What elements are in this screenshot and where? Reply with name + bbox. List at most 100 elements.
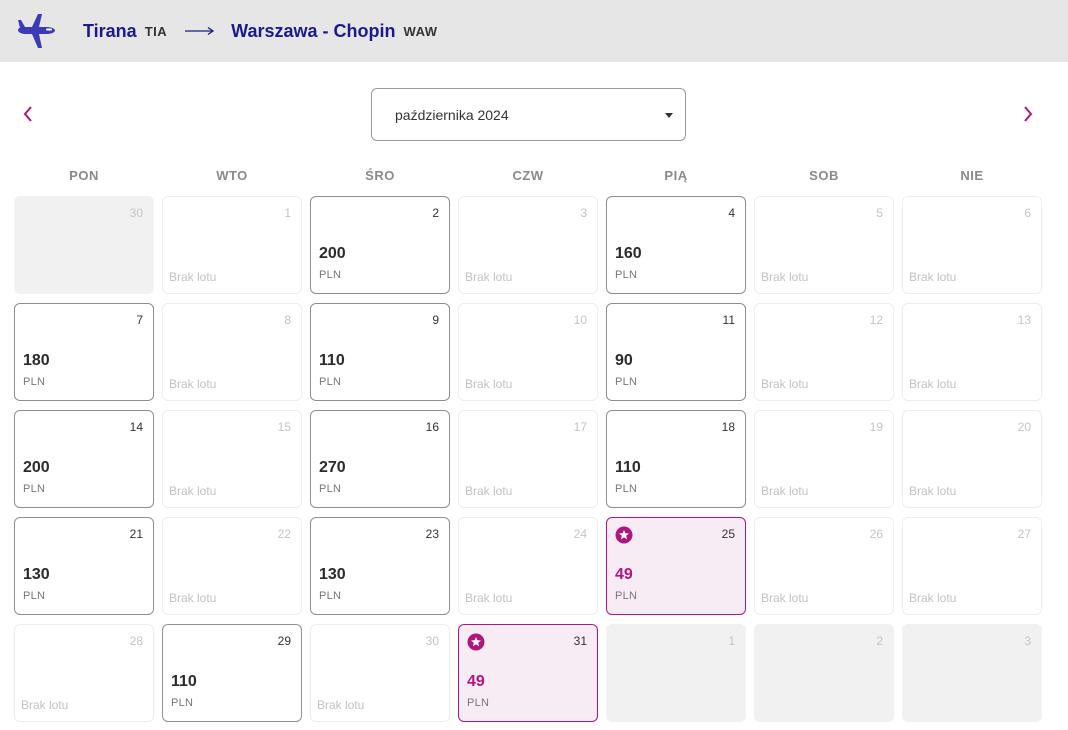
weekday-header: PON WTO ŚRO CZW PIĄ SOB NIE bbox=[14, 168, 1054, 188]
calendar-day: 13 Brak lotu bbox=[902, 303, 1042, 401]
calendar-day[interactable]: 4 160 PLN bbox=[606, 196, 746, 294]
weekday-label: PIĄ bbox=[664, 168, 688, 183]
day-number: 2 bbox=[876, 634, 883, 648]
calendar-day[interactable]: 21 130 PLN bbox=[14, 517, 154, 615]
price-amount: 130 bbox=[319, 566, 346, 583]
no-flight-label: Brak lotu bbox=[21, 698, 69, 712]
chevron-right-icon bbox=[1024, 106, 1033, 122]
previous-month-button[interactable] bbox=[14, 100, 42, 128]
day-number: 13 bbox=[1017, 313, 1031, 327]
price-amount: 200 bbox=[23, 459, 50, 476]
calendar-day: 24 Brak lotu bbox=[458, 517, 598, 615]
price-currency: PLN bbox=[319, 590, 342, 602]
price-amount: 180 bbox=[23, 352, 50, 369]
calendar-day: 26 Brak lotu bbox=[754, 517, 894, 615]
calendar-grid: 30 1 Brak lotu 2 200 PLN 3 Brak lotu 4 160 PLN 5 Bra… bbox=[14, 196, 1054, 726]
calendar-day[interactable]: 25 49 PLN bbox=[606, 517, 746, 615]
chevron-left-icon bbox=[23, 106, 32, 122]
price-currency: PLN bbox=[615, 590, 638, 602]
weekday-label: PON bbox=[69, 168, 99, 183]
day-number: 9 bbox=[432, 313, 439, 327]
calendar-day: 6 Brak lotu bbox=[902, 196, 1042, 294]
day-number: 3 bbox=[580, 206, 587, 220]
day-number: 19 bbox=[869, 420, 883, 434]
day-number: 7 bbox=[136, 313, 143, 327]
calendar-day: 30 Brak lotu bbox=[310, 624, 450, 722]
weekday-label: NIE bbox=[960, 168, 984, 183]
caret-down-icon bbox=[665, 113, 673, 118]
day-number: 16 bbox=[425, 420, 439, 434]
weekday-label: ŚRO bbox=[365, 168, 395, 183]
price-currency: PLN bbox=[319, 376, 342, 388]
calendar-day[interactable]: 23 130 PLN bbox=[310, 517, 450, 615]
calendar-day: 3 bbox=[902, 624, 1042, 722]
destination-city: Warszawa - Chopin bbox=[231, 20, 396, 41]
day-number: 3 bbox=[1024, 634, 1031, 648]
price-currency: PLN bbox=[467, 697, 490, 709]
no-flight-label: Brak lotu bbox=[169, 270, 217, 284]
calendar-day: 30 bbox=[14, 196, 154, 294]
day-number: 6 bbox=[1024, 206, 1031, 220]
day-number: 1 bbox=[728, 634, 735, 648]
price-amount: 110 bbox=[171, 673, 197, 690]
calendar-day: 20 Brak lotu bbox=[902, 410, 1042, 508]
calendar-day[interactable]: 2 200 PLN bbox=[310, 196, 450, 294]
price-amount: 270 bbox=[319, 459, 346, 476]
calendar-day[interactable]: 18 110 PLN bbox=[606, 410, 746, 508]
calendar-day: 2 bbox=[754, 624, 894, 722]
no-flight-label: Brak lotu bbox=[909, 377, 957, 391]
no-flight-label: Brak lotu bbox=[317, 698, 365, 712]
day-number: 10 bbox=[573, 313, 587, 327]
calendar-day[interactable]: 16 270 PLN bbox=[310, 410, 450, 508]
price-currency: PLN bbox=[615, 483, 638, 495]
promo-star-icon bbox=[615, 526, 633, 544]
day-number: 14 bbox=[129, 420, 143, 434]
calendar-day[interactable]: 9 110 PLN bbox=[310, 303, 450, 401]
no-flight-label: Brak lotu bbox=[909, 484, 957, 498]
no-flight-label: Brak lotu bbox=[169, 484, 217, 498]
day-number: 29 bbox=[277, 634, 291, 648]
price-currency: PLN bbox=[615, 376, 638, 388]
destination-code: WAW bbox=[403, 23, 438, 39]
day-number: 15 bbox=[277, 420, 291, 434]
day-number: 25 bbox=[721, 527, 735, 541]
calendar-day[interactable]: 29 110 PLN bbox=[162, 624, 302, 722]
weekday-label: WTO bbox=[216, 168, 248, 183]
day-number: 17 bbox=[573, 420, 587, 434]
day-number: 24 bbox=[573, 527, 587, 541]
calendar-day[interactable]: 14 200 PLN bbox=[14, 410, 154, 508]
calendar-day[interactable]: 31 49 PLN bbox=[458, 624, 598, 722]
day-number: 8 bbox=[284, 313, 291, 327]
calendar-day[interactable]: 7 180 PLN bbox=[14, 303, 154, 401]
calendar-day: 10 Brak lotu bbox=[458, 303, 598, 401]
price-currency: PLN bbox=[23, 590, 46, 602]
price-currency: PLN bbox=[615, 269, 638, 281]
price-amount: 200 bbox=[319, 245, 346, 262]
month-select-value: października 2024 bbox=[395, 106, 509, 123]
airplane-icon bbox=[18, 14, 55, 48]
day-number: 27 bbox=[1017, 527, 1031, 541]
price-currency: PLN bbox=[319, 483, 342, 495]
price-amount: 49 bbox=[615, 566, 633, 583]
no-flight-label: Brak lotu bbox=[169, 377, 217, 391]
calendar-day: 3 Brak lotu bbox=[458, 196, 598, 294]
price-currency: PLN bbox=[171, 697, 194, 709]
day-number: 4 bbox=[728, 206, 735, 220]
day-number: 26 bbox=[869, 527, 883, 541]
day-number: 1 bbox=[284, 206, 291, 220]
calendar-day: 5 Brak lotu bbox=[754, 196, 894, 294]
month-select[interactable]: października 2024 bbox=[371, 88, 686, 141]
no-flight-label: Brak lotu bbox=[761, 270, 809, 284]
calendar-day: 1 Brak lotu bbox=[162, 196, 302, 294]
calendar-day: 19 Brak lotu bbox=[754, 410, 894, 508]
day-number: 20 bbox=[1017, 420, 1031, 434]
calendar-day[interactable]: 11 90 PLN bbox=[606, 303, 746, 401]
weekday-label: SOB bbox=[809, 168, 839, 183]
next-month-button[interactable] bbox=[1014, 100, 1042, 128]
no-flight-label: Brak lotu bbox=[909, 591, 957, 605]
day-number: 18 bbox=[721, 420, 735, 434]
day-number: 30 bbox=[129, 206, 143, 220]
day-number: 11 bbox=[722, 313, 735, 327]
no-flight-label: Brak lotu bbox=[761, 591, 809, 605]
no-flight-label: Brak lotu bbox=[465, 377, 513, 391]
